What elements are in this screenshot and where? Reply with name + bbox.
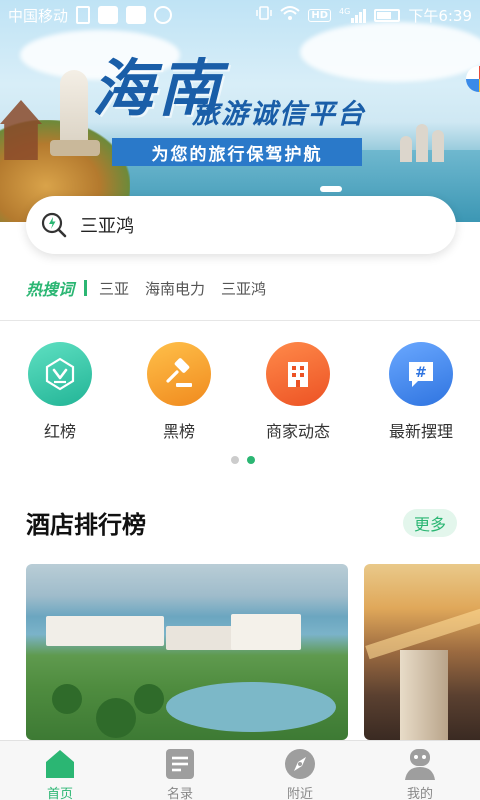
palm-image [134,684,164,714]
tab-nearby[interactable]: 附近 [240,741,360,800]
category-merchant-news[interactable]: 商家动态 [248,342,348,442]
signal-icon: 4G [339,7,367,23]
tab-label: 附近 [286,787,313,800]
category-label: 黑榜 [162,422,195,441]
page-dot [231,456,239,464]
status-bar: 中国移动 HD 4G 下午6:39 [0,0,480,30]
statue-decoration [60,70,88,150]
category-latest-reasoning[interactable]: # 最新摆理 [371,342,471,442]
status-time: 下午6:39 [408,6,472,25]
tab-home[interactable]: 首页 [0,741,120,800]
category-label: 商家动态 [265,422,330,441]
tab-directory[interactable]: 名录 [120,741,240,800]
medal-icon [28,342,92,406]
search-icon [40,211,68,239]
section-divider [0,320,480,321]
more-button[interactable]: 更多 [403,509,457,537]
sim-icon [76,6,91,24]
hotel-building-image [166,626,236,650]
notification-icon [98,6,119,24]
parasail-decoration [466,66,480,92]
hot-word-link[interactable]: 三亚 [99,278,129,299]
palm-image [52,684,82,714]
gavel-icon [147,342,211,406]
category-label: 红榜 [43,422,76,441]
home-icon [43,747,77,781]
building-icon [266,342,330,406]
banner-slogan: 为您的旅行保驾护航 [112,138,362,166]
towers-decoration [400,122,460,162]
tab-label: 首页 [46,787,73,800]
pagoda-decoration [0,100,42,160]
hotel-card[interactable] [26,564,348,740]
tab-label: 名录 [166,787,193,800]
cloud-decoration [300,22,480,82]
category-label: 最新摆理 [388,422,453,441]
hotel-tower-image [400,650,448,740]
hd-badge: HD [308,8,332,22]
compass-icon [283,747,317,781]
hot-search-divider [84,280,88,296]
hot-word-link[interactable]: 三亚鸿 [221,278,266,299]
hotel-building-image [46,616,164,646]
tab-label: 我的 [406,787,433,800]
category-black-list[interactable]: 黑榜 [129,342,229,442]
bottom-tab-bar: 首页 名录 附近 我的 [0,740,480,800]
hot-search-label: 热搜词 [26,280,75,299]
carrier-name: 中国移动 [8,6,69,25]
boat-decoration [320,186,342,192]
vibrate-icon [256,5,273,25]
hashtag-chat-icon: # [389,342,453,406]
banner-subtitle: 旅游诚信平台 [192,99,366,130]
image-notification-icon [126,6,147,24]
app-notification-icon [154,6,173,24]
search-bar[interactable]: 三亚鸿 [26,196,456,254]
svg-text:#: # [415,365,427,381]
lake-image [166,682,336,732]
hero-banner[interactable]: 海南 旅游诚信平台 为您的旅行保驾护航 [0,0,480,222]
palm-image [96,698,136,738]
category-red-list[interactable]: 红榜 [10,342,110,442]
tab-profile[interactable]: 我的 [360,741,480,800]
profile-icon [403,747,437,781]
battery-icon [374,8,401,22]
search-input[interactable]: 三亚鸿 [80,212,134,238]
network-type: 4G [339,7,351,16]
wifi-icon [280,5,301,25]
hotel-card[interactable] [364,564,480,740]
page-indicator [231,456,255,464]
hot-word-link[interactable]: 海南电力 [145,278,205,299]
list-icon [163,747,197,781]
page-dot-active [247,456,255,464]
hot-search-row: 热搜词 三亚 海南电力 三亚鸿 [26,276,282,300]
hotel-building-image [231,614,301,650]
statue-base-decoration [50,140,100,156]
section-title: 酒店排行榜 [26,511,146,539]
